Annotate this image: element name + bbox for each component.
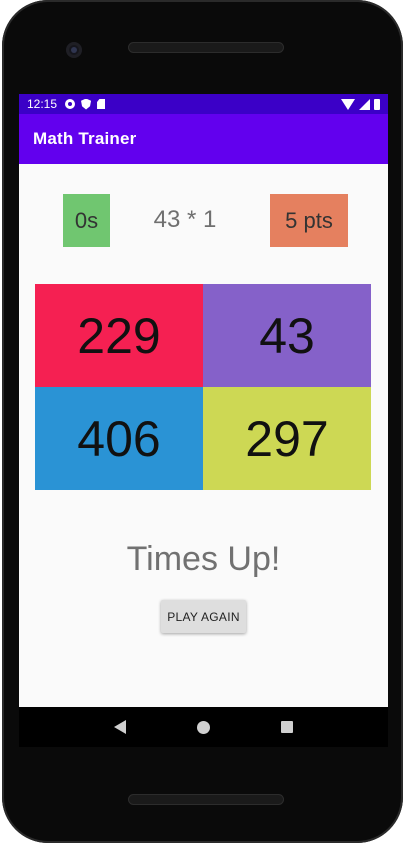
bottom-speaker [128,794,284,805]
timer-display: 0s [63,194,110,247]
play-again-button[interactable]: PLAY AGAIN [161,600,246,633]
top-speaker [128,42,284,53]
sdcard-icon [97,99,106,109]
answer-button-2[interactable]: 406 [35,387,203,490]
back-icon[interactable] [114,720,127,734]
navigation-bar [19,707,388,747]
status-bar: 12:15 [19,94,388,114]
status-icons-left [65,98,106,110]
wifi-icon [341,98,355,110]
answer-button-1[interactable]: 43 [203,284,371,387]
gear-icon [65,99,76,109]
score-display: 5 pts [270,194,348,247]
app-title: Math Trainer [33,129,137,148]
app-bar: Math Trainer [19,114,388,164]
recents-icon[interactable] [280,721,293,733]
result-message: Times Up! [126,540,281,578]
answer-button-0[interactable]: 229 [35,284,203,387]
answer-button-3[interactable]: 297 [203,387,371,490]
status-icons-right [341,98,380,110]
front-camera [66,42,82,58]
battery-icon [374,98,380,110]
screen: 12:15 Math Trainer 0s 43 * 1 5 pts 229 4… [19,94,388,747]
shield-icon [81,98,92,110]
home-icon[interactable] [196,720,210,734]
answer-grid: 229 43 406 297 [35,284,371,490]
question-text: 43 * 1 [153,206,217,233]
status-time: 12:15 [27,97,58,111]
signal-icon [359,98,370,110]
